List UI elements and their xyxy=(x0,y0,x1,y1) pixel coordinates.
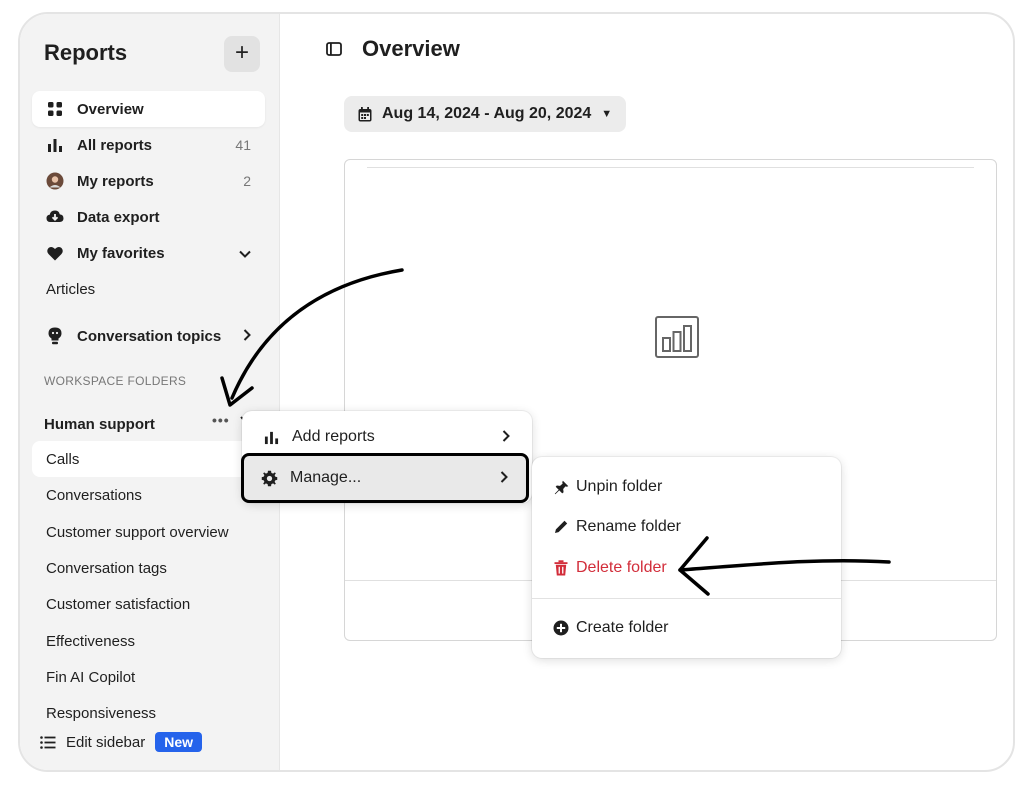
pin-icon xyxy=(552,478,570,496)
avatar xyxy=(46,172,64,190)
sidebar-item-data-export[interactable]: Data export xyxy=(32,199,265,235)
unpin-folder-menu-item[interactable]: Unpin folder xyxy=(532,468,841,506)
folder-item-customer-satisfaction[interactable]: Customer satisfaction xyxy=(32,586,265,622)
new-badge: New xyxy=(155,732,203,752)
menu-item-label: Rename folder xyxy=(576,518,681,535)
list-icon xyxy=(40,735,56,749)
sidebar-item-label: Articles xyxy=(46,280,96,298)
rename-folder-menu-item[interactable]: Rename folder xyxy=(532,508,841,546)
menu-item-label: Delete folder xyxy=(576,559,667,576)
chevron-down-icon[interactable] xyxy=(239,246,251,261)
sidebar-toggle-icon[interactable] xyxy=(326,42,342,56)
workspace-folders-heading: WORKSPACE FOLDERS xyxy=(44,374,187,388)
grid-icon xyxy=(46,100,64,118)
folder-item-calls[interactable]: Calls xyxy=(32,441,265,477)
chevron-right-icon xyxy=(500,470,508,486)
sidebar-item-my-reports[interactable]: My reports 2 xyxy=(32,163,265,199)
trash-icon xyxy=(552,559,570,577)
date-range-picker[interactable]: Aug 14, 2024 - Aug 20, 2024 ▼ xyxy=(344,96,627,132)
folder-item-fin-ai-copilot[interactable]: Fin AI Copilot xyxy=(32,659,265,695)
menu-item-label: Manage... xyxy=(290,469,362,486)
page-title: Overview xyxy=(362,36,460,61)
folder-item-label: Responsiveness xyxy=(46,704,157,722)
sidebar-title: Reports xyxy=(44,40,128,65)
bar-chart-icon xyxy=(262,428,280,446)
edit-sidebar-button[interactable]: Edit sidebar New xyxy=(40,732,203,752)
bar-chart-icon xyxy=(46,136,64,154)
lightbulb-icon xyxy=(46,327,64,345)
folder-item-label: Customer support overview xyxy=(46,523,229,541)
folder-context-menu: Add reports Manage... xyxy=(241,411,532,503)
more-options-icon[interactable]: ••• xyxy=(212,412,230,428)
folder-human-support[interactable]: Human support ••• xyxy=(44,412,264,436)
gear-icon xyxy=(260,469,278,487)
create-folder-menu-item[interactable]: Create folder xyxy=(532,609,841,647)
folder-item-responsiveness[interactable]: Responsiveness xyxy=(32,695,265,731)
delete-folder-menu-item[interactable]: Delete folder xyxy=(532,549,841,587)
heart-icon xyxy=(46,244,64,262)
manage-submenu: Unpin folder Rename folder Delete folder… xyxy=(532,457,841,658)
folder-item-label: Calls xyxy=(46,450,80,468)
cloud-download-icon xyxy=(46,208,64,226)
sidebar-item-label: My reports xyxy=(77,172,154,190)
add-report-button[interactable]: + xyxy=(224,36,260,72)
report-count: 41 xyxy=(235,137,251,153)
sidebar-item-label: Data export xyxy=(77,208,160,226)
sidebar-item-label: Conversation topics xyxy=(77,327,222,345)
chevron-right-icon[interactable] xyxy=(243,328,251,344)
sidebar-item-my-favorites[interactable]: My favorites xyxy=(32,235,265,271)
folder-item-conversations[interactable]: Conversations xyxy=(32,477,265,513)
folder-item-effectiveness[interactable]: Effectiveness xyxy=(32,623,265,659)
folder-item-label: Conversations xyxy=(46,486,142,504)
sidebar-item-label: My favorites xyxy=(77,244,165,262)
app-window: Reports + Overview All reports 41 My rep… xyxy=(18,12,1015,772)
menu-item-label: Create folder xyxy=(576,619,669,636)
sidebar-item-overview[interactable]: Overview xyxy=(32,91,265,127)
chart-placeholder-icon xyxy=(655,316,699,358)
sidebar-item-label: All reports xyxy=(77,136,153,154)
chevron-right-icon xyxy=(502,429,510,445)
pencil-icon xyxy=(552,518,570,536)
sidebar-item-all-reports[interactable]: All reports 41 xyxy=(32,127,265,163)
sidebar: Reports + Overview All reports 41 My rep… xyxy=(20,14,280,770)
caret-down-icon: ▼ xyxy=(601,108,613,120)
plus-circle-icon xyxy=(552,619,570,637)
menu-item-label: Add reports xyxy=(292,428,375,445)
folder-item-label: Customer satisfaction xyxy=(46,595,191,613)
folder-name: Human support xyxy=(44,415,155,433)
menu-divider xyxy=(532,598,841,599)
folder-item-customer-support-overview[interactable]: Customer support overview xyxy=(32,514,265,550)
card-divider xyxy=(367,167,974,168)
manage-menu-item[interactable]: Manage... xyxy=(241,453,529,503)
sidebar-item-conversation-topics[interactable]: Conversation topics xyxy=(32,318,265,354)
folder-item-label: Effectiveness xyxy=(46,632,135,650)
date-range-value: Aug 14, 2024 - Aug 20, 2024 xyxy=(382,105,592,122)
add-reports-menu-item[interactable]: Add reports xyxy=(242,418,532,456)
sidebar-item-articles[interactable]: Articles xyxy=(32,271,265,307)
menu-item-label: Unpin folder xyxy=(576,478,663,495)
edit-sidebar-label: Edit sidebar xyxy=(66,733,146,751)
sidebar-item-label: Overview xyxy=(77,100,144,118)
folder-item-conversation-tags[interactable]: Conversation tags xyxy=(32,550,265,586)
calendar-icon xyxy=(358,106,372,122)
folder-item-label: Fin AI Copilot xyxy=(46,668,136,686)
folder-item-label: Conversation tags xyxy=(46,559,167,577)
report-count: 2 xyxy=(243,173,251,189)
